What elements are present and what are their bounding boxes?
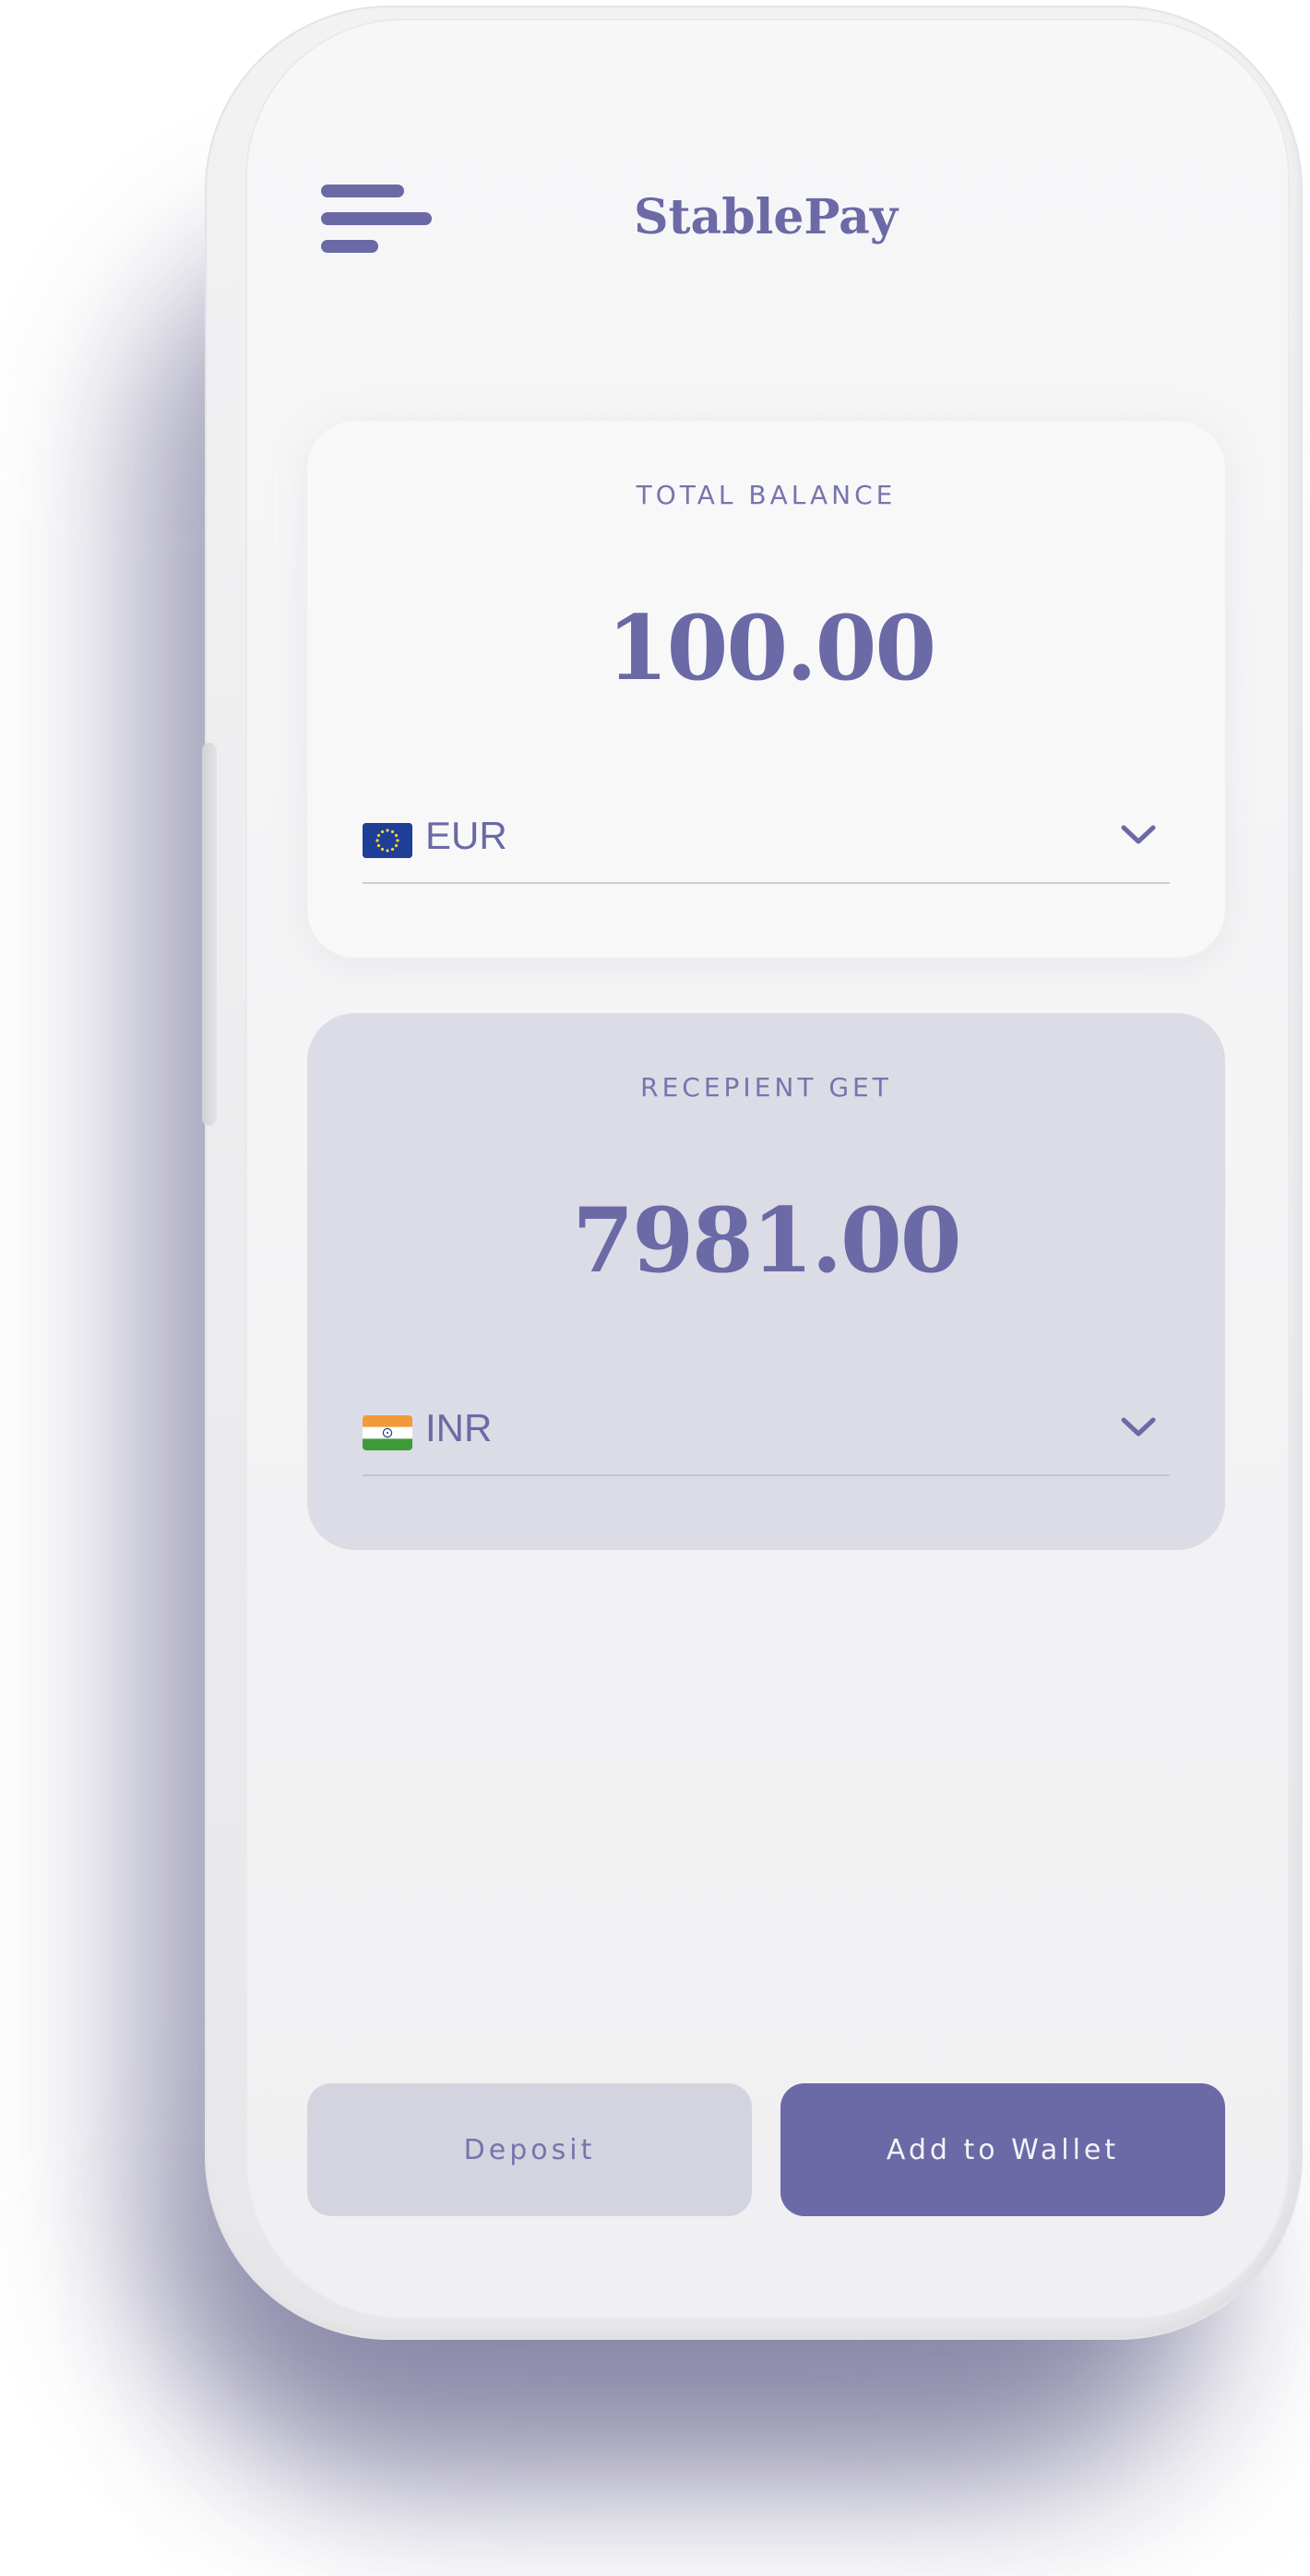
target-currency-code: INR — [425, 1406, 493, 1449]
deposit-button[interactable]: Deposit — [307, 2083, 752, 2216]
phone-side-button — [202, 743, 217, 1126]
target-currency-select[interactable]: INR — [363, 1401, 1170, 1476]
chevron-down-icon[interactable] — [1120, 821, 1157, 849]
eu-flag-icon — [363, 823, 412, 858]
recipient-get-amount: 7981.00 — [572, 1188, 961, 1293]
india-flag-icon — [363, 1415, 412, 1450]
recipient-get-card: RECEPIENT GET 7981.00 INR — [307, 1013, 1225, 1550]
recipient-get-label: RECEPIENT GET — [640, 1072, 892, 1103]
mockup-stage: StablePay TOTAL BALANCE 100.00 EUR RECEP… — [0, 0, 1310, 2576]
source-currency-select[interactable]: EUR — [363, 808, 1170, 884]
total-balance-label: TOTAL BALANCE — [636, 480, 897, 510]
total-balance-card: TOTAL BALANCE 100.00 EUR — [307, 421, 1225, 958]
app-title: StablePay — [633, 189, 899, 245]
total-balance-amount: 100.00 — [606, 596, 936, 700]
hamburger-menu-icon[interactable] — [321, 185, 434, 255]
add-to-wallet-button[interactable]: Add to Wallet — [780, 2083, 1225, 2216]
source-currency-code: EUR — [425, 814, 507, 857]
chevron-down-icon[interactable] — [1120, 1413, 1157, 1441]
